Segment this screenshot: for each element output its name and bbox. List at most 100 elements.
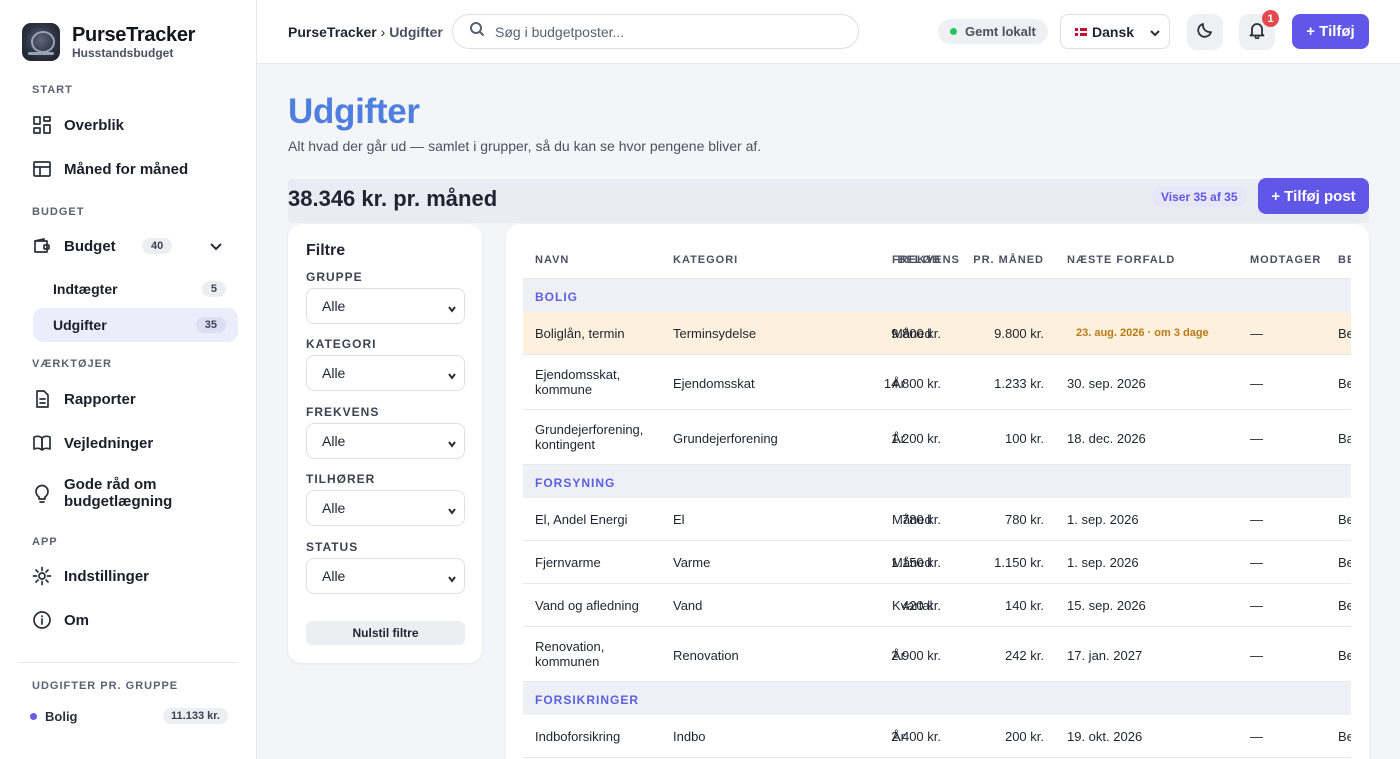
gear-icon [32,566,52,586]
cell-extra: Ba [1338,431,1351,446]
sidebar-divider [18,662,238,663]
cell-due: 19. okt. 2026 [1067,729,1143,744]
cell-extra: Be [1338,598,1351,613]
sidebar-item-reports[interactable]: Rapporter [22,381,240,417]
cell-name-line2: kommunen [535,654,600,669]
sidebar-item-about[interactable]: Om [22,602,240,638]
col-header-recipient[interactable]: MODTAGER [1250,254,1321,266]
filter-group-value: Alle [322,298,346,314]
table-row[interactable]: Renovation, kommunen Renovation 2.900 kr. År… [523,627,1351,682]
reset-filters-button[interactable]: Nulstil filtre [306,621,465,645]
brand[interactable]: PurseTracker Husstandsbudget [22,23,195,61]
table-row[interactable]: Indboforsikring Indbo 2.400 kr. År 200 kr. 19… [523,715,1351,758]
language-label: Dansk [1092,23,1135,40]
table-row[interactable]: Fjernvarme Varme 1.150 kr. Måned 1.150 kr. 1.… [523,541,1351,584]
cell-extra: Be [1338,648,1351,663]
cell-frequency: År [892,431,905,446]
sidebar-item-label: Overblik [64,116,125,134]
sidebar-item-income[interactable]: Indtægter 5 [33,272,238,306]
sidebar-item-label: Rapporter [64,390,136,408]
cell-name-line1: Vand og afledning [535,598,639,613]
cell-due: 30. sep. 2026 [1067,376,1146,391]
filter-category-value: Alle [322,365,346,381]
breadcrumb-current: Udgifter [389,24,443,40]
group-label: BOLIG [535,290,578,304]
cell-extra: Be [1338,512,1351,527]
cell-recipient: — [1250,376,1263,391]
filter-group-select[interactable]: Alle [306,288,465,324]
sidebar-item-expenses[interactable]: Udgifter 35 [33,308,238,342]
filter-frequency-select[interactable]: Alle [306,423,465,459]
table-row[interactable]: El, Andel Energi El 780 kr. Måned 780 kr. 1. … [523,498,1351,541]
sidebar-item-monthly[interactable]: Måned for måned [22,151,240,187]
filter-group-label: GRUPPE [306,270,363,284]
cell-monthly: 242 kr. [1004,648,1044,663]
filter-category-select[interactable]: Alle [306,355,465,391]
section-title-groups: UDGIFTER PR. GRUPPE [32,680,179,692]
cell-name-line1: Indboforsikring [535,729,621,744]
app-logo [22,23,60,61]
group-color-dot [30,712,37,720]
cell-monthly: 140 kr. [1004,598,1044,613]
group-label: FORSYNING [535,476,616,490]
cell-name: El, Andel Energi [535,512,628,527]
sidebar-item-label: Vejledninger [64,434,154,452]
search-input[interactable] [495,23,835,40]
col-header-category[interactable]: KATEGORI [673,254,738,266]
col-header-name[interactable]: NAVN [535,254,569,266]
col-header-extra[interactable]: BE [1338,254,1351,266]
language-select[interactable]: Dansk [1060,14,1170,49]
table-group-header: BOLIG [523,279,1351,312]
cell-frequency: Måned [892,512,932,527]
income-count-badge: 5 [201,281,226,297]
notifications-button[interactable]: 1 [1239,10,1279,50]
col-header-due[interactable]: NÆSTE FORFALD [1067,254,1175,266]
cell-recipient: — [1250,729,1263,744]
sidebar-item-label: Udgifter [53,317,107,333]
dashboard-icon [32,115,52,135]
book-icon [32,433,52,453]
chevron-down-icon [447,301,457,317]
info-icon [32,610,52,630]
moon-icon [1196,21,1214,44]
showing-count-badge: Viser 35 af 35 [1152,187,1247,207]
document-icon [32,389,52,409]
danish-flag-icon [1075,27,1087,36]
add-post-button[interactable]: + Tilføj post [1258,178,1369,214]
sidebar-item-guides[interactable]: Vejledninger [22,425,240,461]
cell-recipient: — [1250,555,1263,570]
saved-status-badge: Gemt lokalt [938,19,1048,44]
table-row[interactable]: Vand og afledning Vand 420 kr. Kvartal 140 k… [523,584,1351,627]
table-row[interactable]: Boliglån, termin Terminsydelse 9.800 kr. Må… [523,312,1351,355]
budget-count-badge: 40 [142,238,173,254]
group-summary-bolig[interactable]: Bolig 11.133 kr. [30,707,228,725]
chevron-down-icon [447,368,457,384]
group-label: FORSIKRINGER [535,693,640,707]
table-row[interactable]: Ejendomsskat, kommune Ejendomsskat 14.800 k… [523,355,1351,410]
filter-owner-select[interactable]: Alle [306,490,465,526]
sidebar: PurseTracker Husstandsbudget START Overb… [0,0,257,759]
chevron-down-icon [1149,26,1161,42]
expenses-table-card: NAVN KATEGORI BELØB FREKVENS PR. MÅNED N… [506,224,1369,759]
filter-status-label: STATUS [306,540,359,554]
cell-recipient: — [1250,431,1263,446]
add-button[interactable]: + Tilføj [1292,14,1369,49]
search-box[interactable] [452,14,859,49]
sidebar-item-tips[interactable]: Gode råd om budgetlægning [22,474,240,518]
table-header: NAVN KATEGORI BELØB FREKVENS PR. MÅNED N… [523,242,1351,279]
saved-status-label: Gemt lokalt [965,24,1036,39]
chevron-down-icon[interactable] [208,238,224,258]
wallet-icon [32,236,52,256]
cell-monthly: 100 kr. [1004,431,1044,446]
breadcrumb: PurseTracker › Udgifter [288,24,443,40]
sidebar-item-budget[interactable]: Budget 40 [22,228,240,264]
sidebar-item-settings[interactable]: Indstillinger [22,558,240,594]
col-header-monthly[interactable]: PR. MÅNED [973,254,1044,266]
table-row[interactable]: Grundejerforening, kontingent Grundejerfor… [523,410,1351,465]
filter-status-select[interactable]: Alle [306,558,465,594]
theme-toggle-button[interactable] [1187,14,1223,50]
cell-due: 1. sep. 2026 [1067,555,1139,570]
sidebar-item-overview[interactable]: Overblik [22,107,240,143]
breadcrumb-root[interactable]: PurseTracker [288,24,377,40]
col-header-frequency[interactable]: FREKVENS [892,254,960,266]
